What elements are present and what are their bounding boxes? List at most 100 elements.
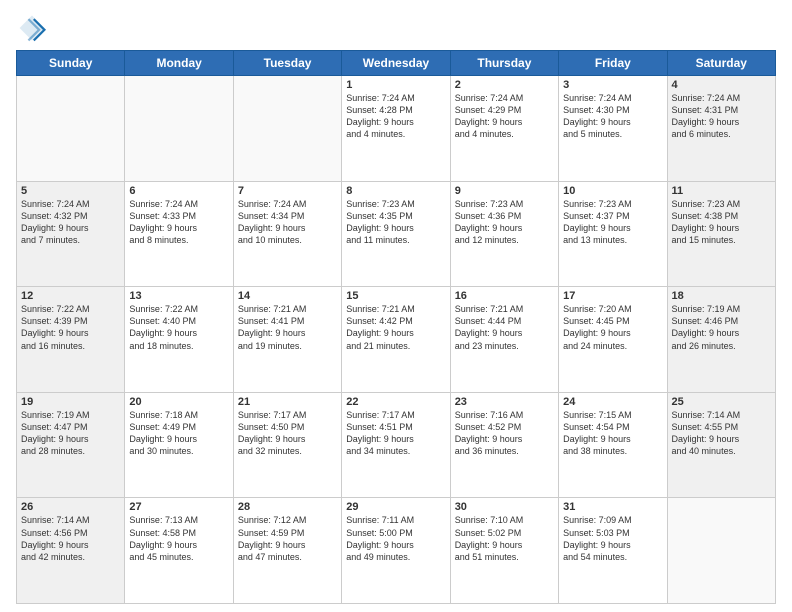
weekday-saturday: Saturday — [667, 51, 775, 76]
day-info: Sunrise: 7:16 AM Sunset: 4:52 PM Dayligh… — [455, 409, 554, 458]
weekday-monday: Monday — [125, 51, 233, 76]
day-info: Sunrise: 7:24 AM Sunset: 4:30 PM Dayligh… — [563, 92, 662, 141]
day-info: Sunrise: 7:09 AM Sunset: 5:03 PM Dayligh… — [563, 514, 662, 563]
day-info: Sunrise: 7:24 AM Sunset: 4:34 PM Dayligh… — [238, 198, 337, 247]
day-cell: 3Sunrise: 7:24 AM Sunset: 4:30 PM Daylig… — [559, 76, 667, 182]
day-number: 21 — [238, 396, 337, 408]
day-cell: 21Sunrise: 7:17 AM Sunset: 4:50 PM Dayli… — [233, 392, 341, 498]
day-number: 23 — [455, 396, 554, 408]
day-number: 31 — [563, 501, 662, 513]
day-number: 8 — [346, 185, 445, 197]
day-cell: 24Sunrise: 7:15 AM Sunset: 4:54 PM Dayli… — [559, 392, 667, 498]
day-cell: 31Sunrise: 7:09 AM Sunset: 5:03 PM Dayli… — [559, 498, 667, 604]
day-number: 14 — [238, 290, 337, 302]
day-info: Sunrise: 7:10 AM Sunset: 5:02 PM Dayligh… — [455, 514, 554, 563]
day-cell: 30Sunrise: 7:10 AM Sunset: 5:02 PM Dayli… — [450, 498, 558, 604]
day-cell: 22Sunrise: 7:17 AM Sunset: 4:51 PM Dayli… — [342, 392, 450, 498]
day-cell: 10Sunrise: 7:23 AM Sunset: 4:37 PM Dayli… — [559, 181, 667, 287]
day-number: 7 — [238, 185, 337, 197]
day-cell — [17, 76, 125, 182]
day-number: 28 — [238, 501, 337, 513]
week-row-2: 12Sunrise: 7:22 AM Sunset: 4:39 PM Dayli… — [17, 287, 776, 393]
day-info: Sunrise: 7:21 AM Sunset: 4:41 PM Dayligh… — [238, 303, 337, 352]
day-number: 2 — [455, 79, 554, 91]
day-cell: 14Sunrise: 7:21 AM Sunset: 4:41 PM Dayli… — [233, 287, 341, 393]
day-number: 26 — [21, 501, 120, 513]
weekday-wednesday: Wednesday — [342, 51, 450, 76]
day-cell: 9Sunrise: 7:23 AM Sunset: 4:36 PM Daylig… — [450, 181, 558, 287]
day-info: Sunrise: 7:18 AM Sunset: 4:49 PM Dayligh… — [129, 409, 228, 458]
day-cell: 2Sunrise: 7:24 AM Sunset: 4:29 PM Daylig… — [450, 76, 558, 182]
day-number: 3 — [563, 79, 662, 91]
day-cell: 16Sunrise: 7:21 AM Sunset: 4:44 PM Dayli… — [450, 287, 558, 393]
day-info: Sunrise: 7:14 AM Sunset: 4:56 PM Dayligh… — [21, 514, 120, 563]
day-number: 18 — [672, 290, 771, 302]
day-cell: 18Sunrise: 7:19 AM Sunset: 4:46 PM Dayli… — [667, 287, 775, 393]
week-row-4: 26Sunrise: 7:14 AM Sunset: 4:56 PM Dayli… — [17, 498, 776, 604]
day-cell: 4Sunrise: 7:24 AM Sunset: 4:31 PM Daylig… — [667, 76, 775, 182]
day-info: Sunrise: 7:22 AM Sunset: 4:40 PM Dayligh… — [129, 303, 228, 352]
day-info: Sunrise: 7:21 AM Sunset: 4:44 PM Dayligh… — [455, 303, 554, 352]
day-cell: 20Sunrise: 7:18 AM Sunset: 4:49 PM Dayli… — [125, 392, 233, 498]
day-cell: 27Sunrise: 7:13 AM Sunset: 4:58 PM Dayli… — [125, 498, 233, 604]
day-cell: 29Sunrise: 7:11 AM Sunset: 5:00 PM Dayli… — [342, 498, 450, 604]
week-row-1: 5Sunrise: 7:24 AM Sunset: 4:32 PM Daylig… — [17, 181, 776, 287]
day-info: Sunrise: 7:24 AM Sunset: 4:29 PM Dayligh… — [455, 92, 554, 141]
day-info: Sunrise: 7:17 AM Sunset: 4:50 PM Dayligh… — [238, 409, 337, 458]
day-cell — [125, 76, 233, 182]
day-number: 4 — [672, 79, 771, 91]
day-number: 13 — [129, 290, 228, 302]
day-number: 16 — [455, 290, 554, 302]
day-info: Sunrise: 7:21 AM Sunset: 4:42 PM Dayligh… — [346, 303, 445, 352]
day-info: Sunrise: 7:11 AM Sunset: 5:00 PM Dayligh… — [346, 514, 445, 563]
day-info: Sunrise: 7:23 AM Sunset: 4:35 PM Dayligh… — [346, 198, 445, 247]
weekday-tuesday: Tuesday — [233, 51, 341, 76]
day-cell — [233, 76, 341, 182]
day-info: Sunrise: 7:24 AM Sunset: 4:31 PM Dayligh… — [672, 92, 771, 141]
day-cell: 19Sunrise: 7:19 AM Sunset: 4:47 PM Dayli… — [17, 392, 125, 498]
day-number: 29 — [346, 501, 445, 513]
day-cell: 7Sunrise: 7:24 AM Sunset: 4:34 PM Daylig… — [233, 181, 341, 287]
day-cell: 5Sunrise: 7:24 AM Sunset: 4:32 PM Daylig… — [17, 181, 125, 287]
day-number: 11 — [672, 185, 771, 197]
day-cell: 13Sunrise: 7:22 AM Sunset: 4:40 PM Dayli… — [125, 287, 233, 393]
day-info: Sunrise: 7:23 AM Sunset: 4:37 PM Dayligh… — [563, 198, 662, 247]
day-info: Sunrise: 7:24 AM Sunset: 4:28 PM Dayligh… — [346, 92, 445, 141]
day-cell: 12Sunrise: 7:22 AM Sunset: 4:39 PM Dayli… — [17, 287, 125, 393]
week-row-3: 19Sunrise: 7:19 AM Sunset: 4:47 PM Dayli… — [17, 392, 776, 498]
day-cell — [667, 498, 775, 604]
header — [16, 12, 776, 44]
day-number: 15 — [346, 290, 445, 302]
day-info: Sunrise: 7:23 AM Sunset: 4:38 PM Dayligh… — [672, 198, 771, 247]
day-info: Sunrise: 7:20 AM Sunset: 4:45 PM Dayligh… — [563, 303, 662, 352]
page: SundayMondayTuesdayWednesdayThursdayFrid… — [0, 0, 792, 612]
day-info: Sunrise: 7:24 AM Sunset: 4:33 PM Dayligh… — [129, 198, 228, 247]
logo-icon — [16, 12, 48, 44]
weekday-header-row: SundayMondayTuesdayWednesdayThursdayFrid… — [17, 51, 776, 76]
day-number: 20 — [129, 396, 228, 408]
day-number: 25 — [672, 396, 771, 408]
day-cell: 23Sunrise: 7:16 AM Sunset: 4:52 PM Dayli… — [450, 392, 558, 498]
weekday-sunday: Sunday — [17, 51, 125, 76]
day-cell: 28Sunrise: 7:12 AM Sunset: 4:59 PM Dayli… — [233, 498, 341, 604]
day-cell: 11Sunrise: 7:23 AM Sunset: 4:38 PM Dayli… — [667, 181, 775, 287]
day-info: Sunrise: 7:14 AM Sunset: 4:55 PM Dayligh… — [672, 409, 771, 458]
day-number: 6 — [129, 185, 228, 197]
day-number: 27 — [129, 501, 228, 513]
day-cell: 26Sunrise: 7:14 AM Sunset: 4:56 PM Dayli… — [17, 498, 125, 604]
day-number: 22 — [346, 396, 445, 408]
day-number: 5 — [21, 185, 120, 197]
day-number: 24 — [563, 396, 662, 408]
day-info: Sunrise: 7:24 AM Sunset: 4:32 PM Dayligh… — [21, 198, 120, 247]
day-cell: 6Sunrise: 7:24 AM Sunset: 4:33 PM Daylig… — [125, 181, 233, 287]
day-info: Sunrise: 7:19 AM Sunset: 4:46 PM Dayligh… — [672, 303, 771, 352]
day-info: Sunrise: 7:13 AM Sunset: 4:58 PM Dayligh… — [129, 514, 228, 563]
day-number: 19 — [21, 396, 120, 408]
day-info: Sunrise: 7:17 AM Sunset: 4:51 PM Dayligh… — [346, 409, 445, 458]
day-number: 12 — [21, 290, 120, 302]
day-cell: 25Sunrise: 7:14 AM Sunset: 4:55 PM Dayli… — [667, 392, 775, 498]
day-cell: 1Sunrise: 7:24 AM Sunset: 4:28 PM Daylig… — [342, 76, 450, 182]
calendar: SundayMondayTuesdayWednesdayThursdayFrid… — [16, 50, 776, 604]
day-info: Sunrise: 7:15 AM Sunset: 4:54 PM Dayligh… — [563, 409, 662, 458]
weekday-thursday: Thursday — [450, 51, 558, 76]
